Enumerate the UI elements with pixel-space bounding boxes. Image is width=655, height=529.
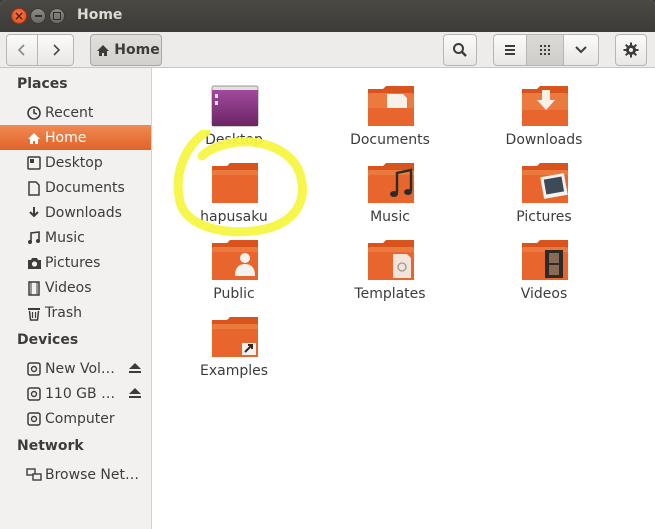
- sidebar-item-label: Music: [45, 229, 85, 246]
- sidebar-item-label: Videos: [45, 279, 92, 296]
- music-folder-icon: [368, 163, 414, 203]
- minimize-icon: [31, 9, 45, 23]
- sidebar-item-label: Home: [45, 129, 87, 146]
- search-icon: [453, 43, 467, 57]
- sidebar-item-music[interactable]: Music: [0, 225, 151, 250]
- devices-heading: Devices: [17, 332, 79, 348]
- sidebar-item-documents[interactable]: Documents: [0, 175, 151, 200]
- title-bar: × Home: [0, 0, 655, 32]
- file-item-examples[interactable]: Examples: [179, 315, 289, 385]
- sidebar-item-label: Computer: [45, 410, 115, 427]
- sidebar-item-label: Downloads: [45, 204, 122, 221]
- templates-folder-icon: [368, 240, 414, 280]
- sidebar-item-label: New Vol…: [45, 360, 115, 377]
- sidebar-item-label: Trash: [45, 304, 82, 321]
- document-icon: [26, 180, 42, 196]
- file-grid: Desktop Documents Downloads hapusaku Mus…: [152, 68, 655, 529]
- network-icon: [26, 467, 42, 483]
- minimize-window-button[interactable]: [30, 8, 46, 24]
- chevron-down-icon: [575, 46, 587, 54]
- sidebar-item-label: Browse Net…: [45, 466, 140, 483]
- maximize-window-button[interactable]: [49, 8, 65, 24]
- grid-view-icon: [540, 45, 550, 55]
- file-item-music[interactable]: Music: [335, 161, 445, 231]
- highlight-annotation: [173, 130, 307, 237]
- file-manager-window: × Home Home Places Recent Home Desktop D…: [0, 0, 655, 529]
- drive-icon: [26, 361, 42, 377]
- sidebar-item-videos[interactable]: Videos: [0, 275, 151, 300]
- file-name: Templates: [354, 286, 426, 302]
- sidebar-item-label: Recent: [45, 104, 94, 121]
- film-icon: [26, 280, 42, 296]
- file-name: Music: [370, 209, 410, 225]
- examples-folder-icon: [212, 317, 258, 357]
- file-name: Pictures: [516, 209, 572, 225]
- drive-icon: [26, 386, 42, 402]
- public-folder-icon: [212, 240, 258, 280]
- desktop-folder-icon: [211, 85, 259, 127]
- eject-icon[interactable]: [128, 386, 142, 400]
- file-item-templates[interactable]: Templates: [335, 238, 445, 308]
- sidebar: Places Recent Home Desktop Documents Dow…: [0, 68, 152, 529]
- gear-icon: [623, 42, 639, 58]
- close-icon: ×: [13, 9, 25, 23]
- sidebar-item-label: Desktop: [45, 154, 103, 171]
- camera-icon: [26, 255, 42, 271]
- file-item-videos[interactable]: Videos: [489, 238, 599, 308]
- sidebar-item-label: Pictures: [45, 254, 101, 271]
- settings-button[interactable]: [615, 34, 647, 66]
- documents-folder-icon: [368, 86, 414, 126]
- back-button[interactable]: [6, 34, 38, 66]
- location-home-button[interactable]: Home: [90, 34, 162, 66]
- desktop-icon: [26, 155, 42, 171]
- clock-icon: [26, 105, 42, 121]
- eject-icon[interactable]: [128, 361, 142, 375]
- sidebar-item-recent[interactable]: Recent: [0, 100, 151, 125]
- sidebar-item-new-volume[interactable]: New Vol…: [0, 356, 151, 381]
- videos-folder-icon: [522, 240, 568, 280]
- file-item-documents[interactable]: Documents: [335, 84, 445, 154]
- home-icon: [97, 44, 110, 56]
- sidebar-item-trash[interactable]: Trash: [0, 300, 151, 325]
- search-button[interactable]: [443, 34, 477, 66]
- location-label: Home: [114, 42, 160, 58]
- downloads-folder-icon: [522, 86, 568, 126]
- sidebar-item-label: Documents: [45, 179, 125, 196]
- file-name: Downloads: [505, 132, 583, 148]
- window-title: Home: [77, 7, 123, 23]
- list-view-icon: [505, 45, 515, 55]
- maximize-icon: [50, 9, 64, 23]
- drive-icon: [26, 411, 42, 427]
- file-name: Documents: [350, 132, 430, 148]
- network-heading: Network: [17, 438, 84, 454]
- file-name: Videos: [520, 286, 568, 302]
- forward-arrow-icon: [52, 44, 60, 56]
- close-window-button[interactable]: ×: [11, 8, 27, 24]
- music-icon: [26, 230, 42, 246]
- file-item-pictures[interactable]: Pictures: [489, 161, 599, 231]
- sidebar-item-110gb-volume[interactable]: 110 GB …: [0, 381, 151, 406]
- sidebar-item-home[interactable]: Home: [0, 125, 151, 150]
- trash-icon: [26, 305, 42, 321]
- places-heading: Places: [17, 76, 68, 92]
- sidebar-item-computer[interactable]: Computer: [0, 406, 151, 431]
- sidebar-item-desktop[interactable]: Desktop: [0, 150, 151, 175]
- sidebar-item-label: 110 GB …: [45, 385, 116, 402]
- file-name: Examples: [199, 363, 269, 379]
- file-item-public[interactable]: Public: [179, 238, 289, 308]
- sidebar-item-pictures[interactable]: Pictures: [0, 250, 151, 275]
- back-arrow-icon: [17, 44, 25, 56]
- home-icon: [26, 130, 42, 146]
- view-options-button[interactable]: [563, 34, 599, 66]
- download-icon: [26, 205, 42, 221]
- grid-view-button[interactable]: [526, 34, 564, 66]
- toolbar: Home: [0, 32, 655, 68]
- sidebar-item-downloads[interactable]: Downloads: [0, 200, 151, 225]
- sidebar-item-browse-network[interactable]: Browse Net…: [0, 462, 151, 487]
- pictures-folder-icon: [522, 163, 568, 203]
- list-view-button[interactable]: [493, 34, 527, 66]
- forward-button[interactable]: [37, 34, 74, 66]
- file-name: Public: [213, 286, 255, 302]
- file-item-downloads[interactable]: Downloads: [489, 84, 599, 154]
